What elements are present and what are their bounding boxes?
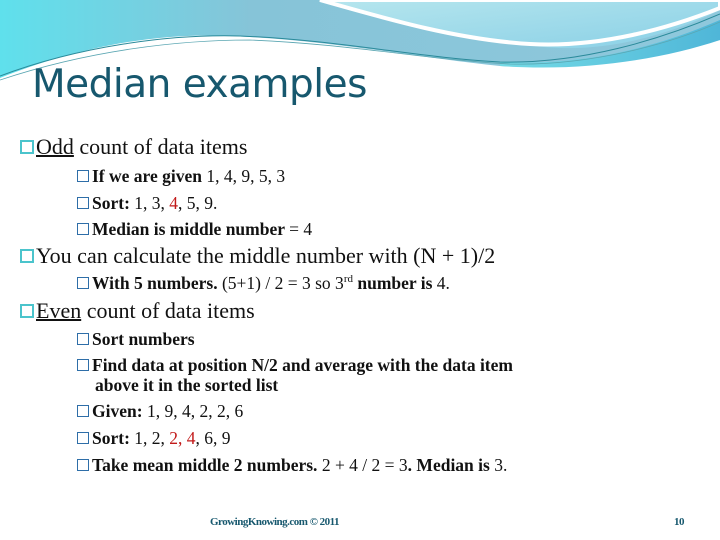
- sub-bullet-with-5-numbers: With 5 numbers. (5+1) / 2 = 3 so 3rd num…: [77, 273, 450, 294]
- bullet-even-count: Even count of data items: [20, 298, 255, 324]
- square-bullet-icon: [77, 223, 89, 235]
- page-number: 10: [674, 516, 685, 528]
- square-bullet-icon: [77, 170, 89, 182]
- square-bullet-icon: [77, 405, 89, 417]
- sub-bullet-find-data-continuation: above it in the sorted list: [95, 375, 279, 395]
- square-bullet-icon: [77, 197, 89, 209]
- footer-credit: GrowingKnowing.com © 2011: [210, 516, 340, 528]
- square-bullet-icon: [20, 249, 34, 263]
- highlighted-middle-pair: 2, 4: [169, 428, 196, 448]
- sub-bullet-given-even: Given: 1, 9, 4, 2, 2, 6: [77, 401, 243, 422]
- highlighted-median: 4: [169, 193, 179, 213]
- sub-bullet-given: If we are given 1, 4, 9, 5, 3: [77, 166, 285, 187]
- sub-bullet-median: Median is middle number = 4: [77, 219, 312, 240]
- sub-bullet-sort-numbers: Sort numbers: [77, 329, 195, 350]
- underlined-term: Even: [36, 298, 82, 323]
- sub-bullet-sort: Sort: 1, 3, 4, 5, 9.: [77, 193, 217, 214]
- underlined-term: Odd: [36, 134, 74, 159]
- square-bullet-icon: [77, 277, 89, 289]
- bullet-formula: You can calculate the middle number with…: [20, 243, 495, 269]
- sub-bullet-take-mean: Take mean middle 2 numbers. 2 + 4 / 2 = …: [77, 455, 507, 476]
- square-bullet-icon: [77, 432, 89, 444]
- square-bullet-icon: [77, 333, 89, 345]
- sub-bullet-sort-even: Sort: 1, 2, 2, 4, 6, 9: [77, 428, 231, 449]
- slide: Median examples Odd count of data items …: [0, 0, 720, 540]
- square-bullet-icon: [20, 304, 34, 318]
- square-bullet-icon: [77, 459, 89, 471]
- square-bullet-icon: [20, 140, 34, 154]
- sub-bullet-find-data: Find data at position N/2 and average wi…: [77, 355, 513, 376]
- slide-title: Median examples: [32, 62, 367, 107]
- bullet-odd-count: Odd count of data items: [20, 134, 247, 160]
- square-bullet-icon: [77, 359, 89, 371]
